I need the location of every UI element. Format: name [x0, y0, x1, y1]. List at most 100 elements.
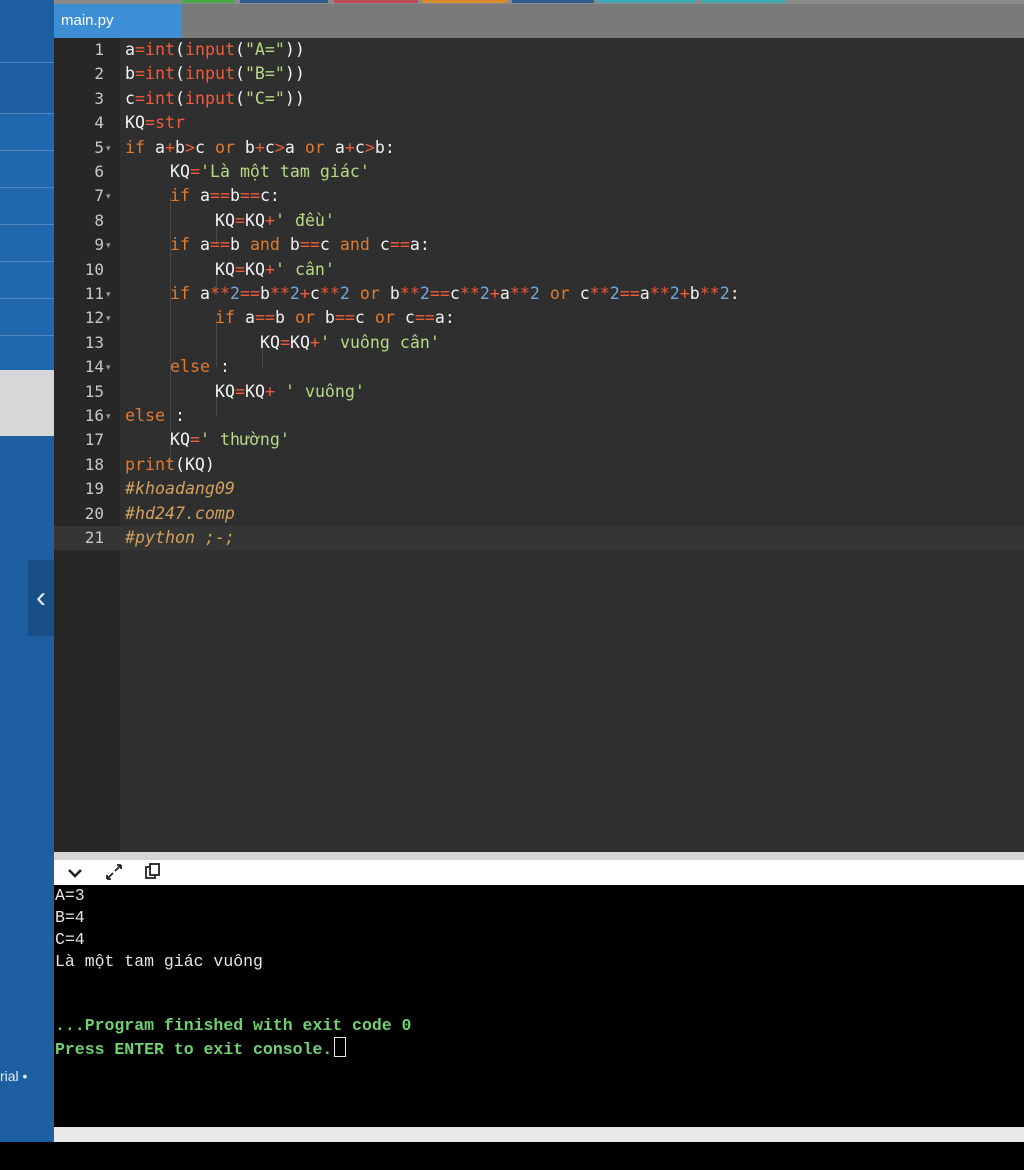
code-text: a=int(input("A=")) [125, 40, 305, 59]
fold-arrow-icon[interactable]: ▾ [106, 404, 111, 428]
press-enter-message: Press ENTER to exit console. [55, 1037, 347, 1061]
chevron-down-icon[interactable] [66, 860, 84, 885]
sidebar-item-1[interactable] [0, 113, 54, 150]
code-text: if a**2==b**2+c**2 or b**2==c**2+a**2 or… [170, 284, 740, 303]
code-comment: #hd247.comp [125, 503, 235, 523]
sidebar-divider [0, 62, 54, 63]
line-number: 14 [84, 357, 104, 377]
code-line: 9 ▾ if a==b and b==c and c==a: [54, 233, 1024, 257]
fold-arrow-icon[interactable]: ▾ [106, 184, 111, 208]
sidebar-item-7[interactable] [0, 335, 54, 371]
code-text: b=int(input("B=")) [125, 64, 305, 84]
code-text: print(KQ) [125, 454, 215, 474]
sidebar-item-2[interactable] [0, 150, 54, 187]
line-number: 9 [94, 235, 104, 255]
code-line: 16 ▾ else : [54, 404, 1024, 428]
bottom-status-strip [54, 1127, 1024, 1142]
sidebar-item-6[interactable] [0, 298, 54, 335]
line-number: 19 [84, 479, 104, 499]
code-line: 7 ▾ if a==b==c: [54, 184, 1024, 208]
code-text: c=int(input("C=")) [125, 88, 305, 108]
line-number: 7 [94, 186, 104, 206]
code-text: else : [125, 406, 185, 425]
code-text: else : [170, 357, 230, 377]
code-line: 6 KQ='Là một tam giác' [54, 160, 1024, 184]
panel-resize-handle[interactable] [54, 852, 1024, 860]
code-line: 8 KQ=KQ+' đều' [54, 209, 1024, 233]
line-number: 16 [84, 406, 104, 425]
output-console[interactable]: A=3 B=4 C=4 Là một tam giác vuông ...Pro… [54, 885, 1024, 1127]
line-number: 20 [84, 503, 104, 523]
code-comment: #khoadang09 [125, 479, 235, 499]
code-line: 11 ▾ if a**2==b**2+c**2 or b**2==c**2+a*… [54, 282, 1024, 306]
console-output-line: Là một tam giác vuông [55, 952, 263, 971]
code-text: KQ='Là một tam giác' [170, 162, 370, 181]
code-line: 15 KQ=KQ+ ' vuông' [54, 380, 1024, 404]
line-number: 12 [84, 308, 104, 328]
line-number: 13 [84, 332, 104, 352]
code-editor[interactable]: 1 a=int(input("A=")) 2 b=int(input("B=")… [54, 38, 1024, 852]
line-number: 11 [84, 284, 104, 303]
chevron-left-icon[interactable]: ‹ [28, 560, 54, 636]
console-toolbar: i [54, 860, 1024, 885]
sidebar-item-5[interactable] [0, 261, 54, 298]
code-text: if a==b==c: [170, 186, 280, 206]
exit-status-message: ...Program finished with exit code 0 [55, 1016, 412, 1035]
copy-icon[interactable] [142, 860, 162, 885]
code-text: KQ=KQ+' vuông cân' [260, 332, 440, 352]
code-line: 1 a=int(input("A=")) [54, 38, 1024, 62]
code-line: 18 print(KQ) [54, 453, 1024, 477]
fold-arrow-icon[interactable]: ▾ [106, 233, 111, 257]
line-number: 6 [94, 162, 104, 181]
tab-main-py[interactable]: main.py [54, 4, 182, 38]
code-text: KQ=' thường' [170, 430, 290, 450]
code-line: 17 KQ=' thường' [54, 428, 1024, 452]
code-text: if a==b and b==c and c==a: [170, 235, 430, 255]
line-number: 5 [94, 137, 104, 157]
code-text: if a==b or b==c or c==a: [215, 308, 455, 328]
code-line: 12 ▾ if a==b or b==c or c==a: [54, 306, 1024, 330]
console-output-line: B=4 [55, 908, 85, 927]
code-line: 19 #khoadang09 [54, 477, 1024, 501]
expand-icon[interactable] [104, 860, 124, 885]
sidebar-item-4[interactable] [0, 224, 54, 261]
code-text: KQ=KQ+ ' vuông' [215, 381, 365, 401]
left-sidebar: ‹ rial • [0, 0, 54, 1142]
line-number: 2 [94, 64, 104, 84]
line-number: 3 [94, 88, 104, 108]
code-line: 5 ▾ if a+b>c or b+c>a or a+c>b: [54, 136, 1024, 160]
line-number: 8 [94, 210, 104, 230]
sidebar-gray-panel [0, 370, 54, 436]
code-comment: #python ;-; [125, 528, 235, 547]
sidebar-item-3[interactable] [0, 187, 54, 224]
top-color-strip [54, 0, 1024, 4]
code-line: 20 #hd247.comp [54, 502, 1024, 526]
code-line: 10 KQ=KQ+' cân' [54, 258, 1024, 282]
code-text: if a+b>c or b+c>a or a+c>b: [125, 137, 395, 157]
code-text: KQ=KQ+' đều' [215, 210, 335, 230]
text-cursor [334, 1037, 347, 1057]
code-line: 13 KQ=KQ+' vuông cân' [54, 331, 1024, 355]
line-number: 15 [84, 381, 104, 401]
code-text: KQ=KQ+' cân' [215, 259, 335, 279]
fold-arrow-icon[interactable]: ▾ [106, 136, 111, 160]
line-number: 18 [84, 454, 104, 474]
fold-arrow-icon[interactable]: ▾ [106, 282, 111, 306]
console-output-line: C=4 [55, 930, 85, 949]
line-number: 4 [94, 113, 104, 133]
code-line: 14 ▾ else : [54, 355, 1024, 379]
line-number: 10 [84, 259, 104, 279]
tab-bar [54, 0, 1024, 38]
code-line: 2 b=int(input("B=")) [54, 62, 1024, 86]
line-number: 1 [94, 40, 104, 59]
line-number: 17 [84, 430, 104, 450]
code-line: 4 KQ=str [54, 111, 1024, 135]
code-line: 3 c=int(input("C=")) [54, 87, 1024, 111]
code-line-active: 21 #python ;-; [54, 526, 1024, 551]
code-text: KQ=str [125, 113, 185, 133]
line-number: 21 [84, 528, 104, 547]
font-selector-label[interactable]: rial • [0, 1068, 27, 1084]
console-output-line: A=3 [55, 886, 85, 905]
fold-arrow-icon[interactable]: ▾ [106, 306, 111, 330]
fold-arrow-icon[interactable]: ▾ [106, 355, 111, 379]
